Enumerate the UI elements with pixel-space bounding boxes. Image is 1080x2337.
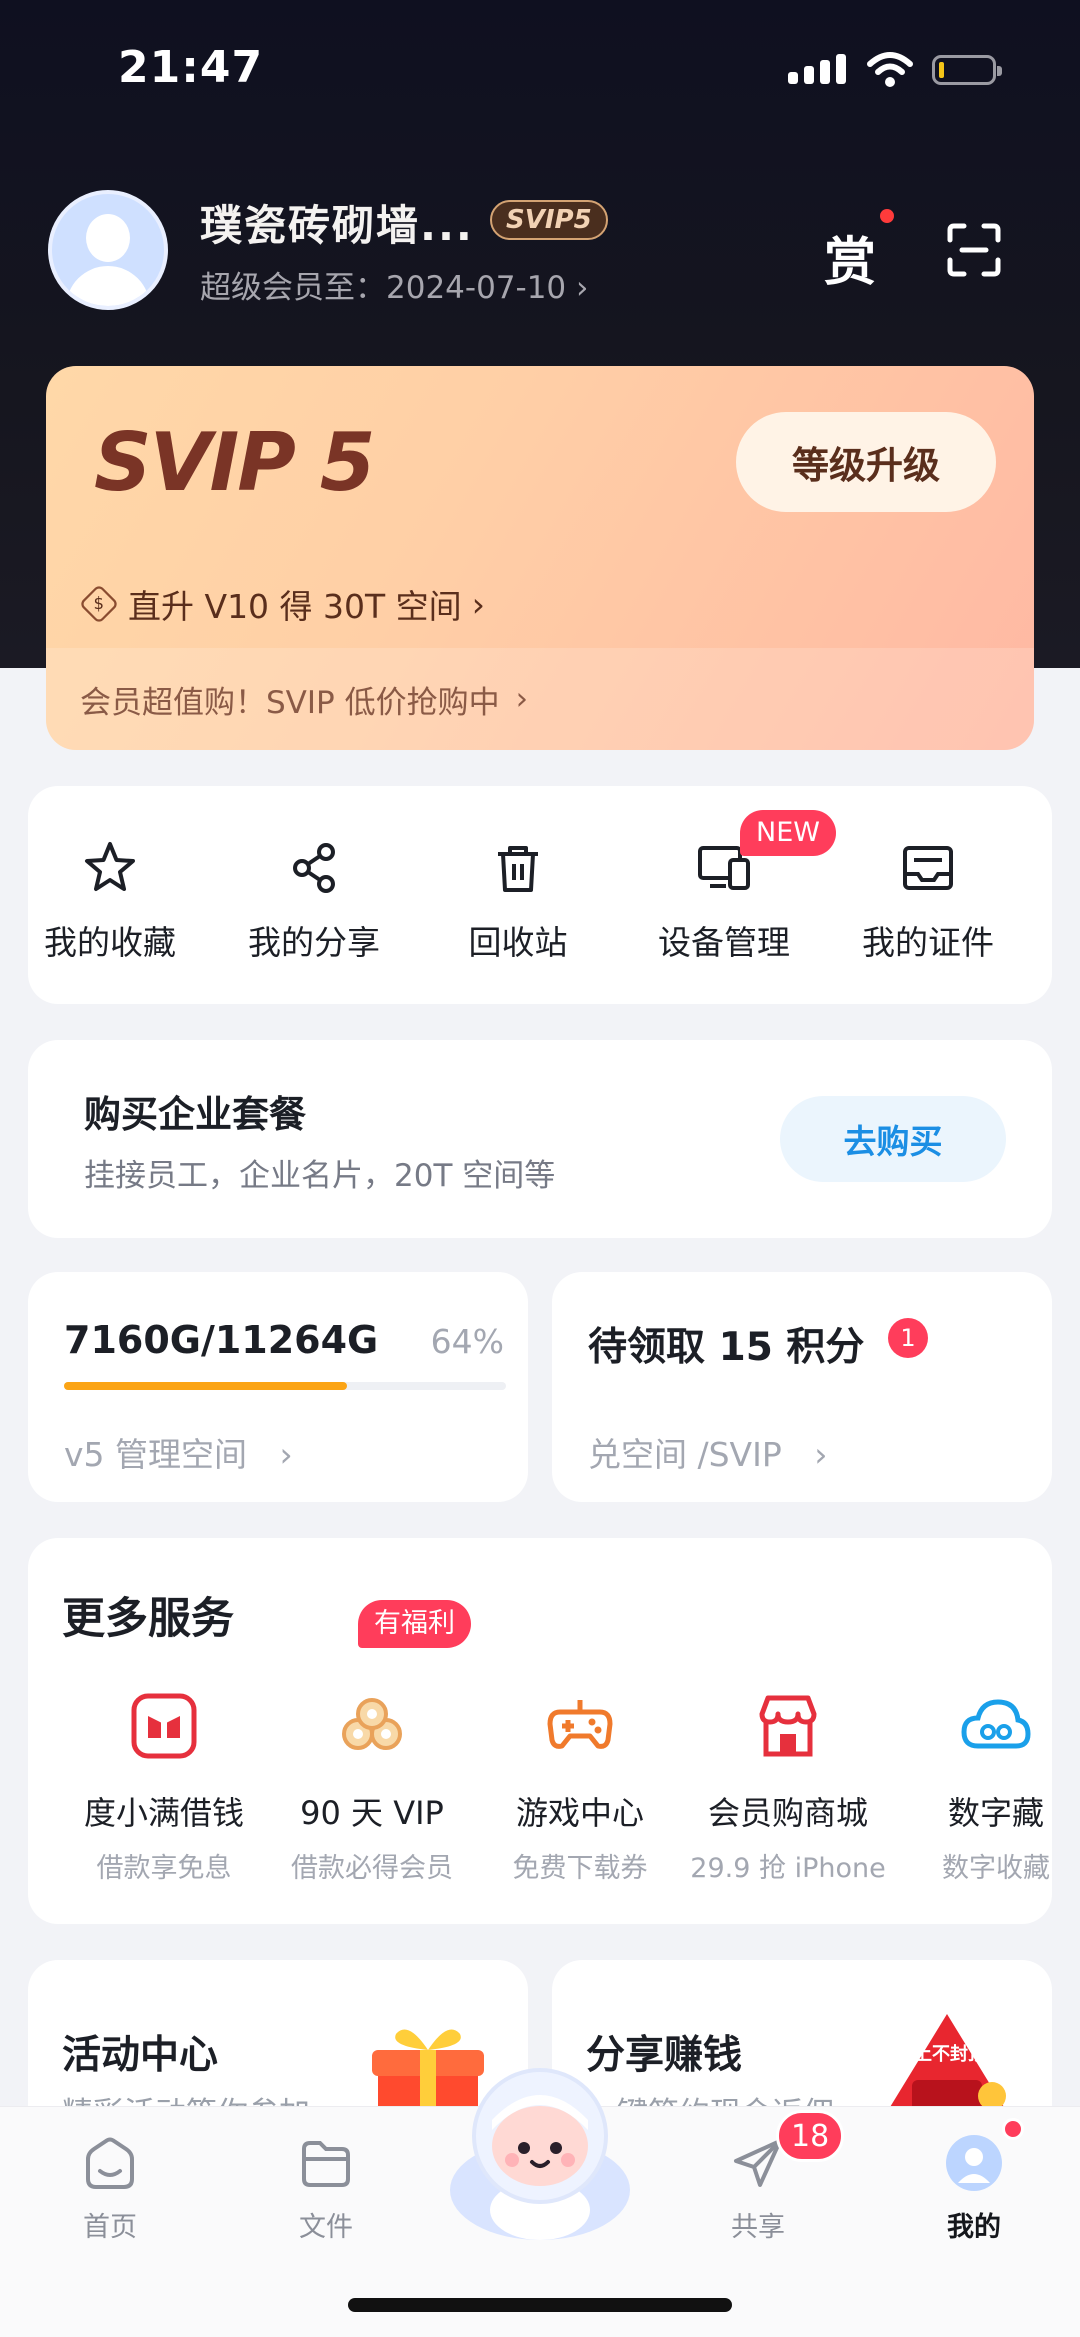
service-desc: 借款享免息	[96, 1853, 232, 1884]
service-item-vip[interactable]: 90 天 VIP 借款必得会员	[272, 1690, 472, 1885]
tab-label: 共享	[731, 2212, 785, 2243]
tab-home[interactable]: 首页	[50, 2133, 170, 2244]
quick-action-devices[interactable]: 设备管理	[634, 838, 814, 964]
member-deal-text: 会员超值购！SVIP 低价抢购中	[80, 684, 500, 721]
service-item-mall[interactable]: 会员购商城 29.9 抢 iPhone	[688, 1690, 888, 1885]
avatar[interactable]	[48, 190, 168, 310]
store-icon	[759, 1695, 817, 1757]
notification-dot	[880, 209, 894, 223]
mascot-icon[interactable]	[440, 2060, 640, 2240]
tab-label: 我的	[947, 2212, 1001, 2243]
service-desc: 免费下载券	[512, 1853, 648, 1884]
storage-usage: 7160G/11264G	[64, 1318, 379, 1362]
shared-count-badge: 18	[776, 2110, 845, 2162]
enterprise-subtitle: 挂接员工，企业名片，20T 空间等	[84, 1158, 556, 1194]
more-services-title: 更多服务	[62, 1594, 234, 1644]
tab-mine[interactable]: 我的	[914, 2133, 1034, 2244]
star-icon	[85, 842, 135, 891]
vip-level-title: SVIP 5	[94, 416, 375, 509]
activity-title: 活动中心	[62, 2033, 219, 2078]
folder-icon	[302, 2141, 350, 2187]
benefit-badge: 有福利	[358, 1600, 471, 1648]
chevron-right-icon: ›	[515, 681, 528, 717]
reward-icon[interactable]: 赏	[824, 220, 876, 295]
manage-space-text: v5 管理空间	[64, 1435, 248, 1474]
points-title: 待领取 15 积分	[588, 1325, 865, 1370]
quick-actions-card: 我的收藏 我的分享 回收站 设备管理 我的证件	[28, 786, 1052, 1004]
points-card[interactable]: 待领取 15 积分 1 兑空间 /SVIP ›	[552, 1272, 1052, 1502]
tab-label: 文件	[299, 2212, 353, 2243]
storage-card[interactable]: 7160G/11264G 64% v5 管理空间 ›	[28, 1272, 528, 1502]
buy-button[interactable]: 去购买	[780, 1096, 1006, 1182]
membership-expiry[interactable]: 超级会员至：2024-07-10 ›	[200, 262, 588, 307]
upgrade-promo-text: 直升 V10 得 30T 空间	[128, 587, 462, 626]
service-item-digital[interactable]: 数字藏 数字收藏	[896, 1690, 1052, 1885]
storage-progress-fill	[64, 1382, 347, 1390]
cloud-icon	[961, 1699, 1031, 1749]
service-desc: 数字收藏	[942, 1853, 1050, 1884]
quick-action-label: 设备管理	[658, 923, 790, 962]
id-card-icon	[903, 846, 953, 890]
scan-icon[interactable]	[946, 222, 1002, 278]
points-count-badge: 1	[888, 1318, 928, 1358]
battery-icon	[932, 55, 1002, 85]
more-services-card: 更多服务 度小满借钱 借款享免息 90 天 VIP 借款必得会员 游戏中心 免费…	[28, 1538, 1052, 1924]
quick-action-label: 我的证件	[862, 923, 994, 962]
service-item-games[interactable]: 游戏中心 免费下载券	[480, 1690, 680, 1885]
chevron-right-icon: ›	[814, 1435, 828, 1474]
quick-action-favorites[interactable]: 我的收藏	[20, 838, 200, 964]
redeem-text: 兑空间 /SVIP	[588, 1435, 782, 1474]
coins-icon	[342, 1698, 402, 1750]
reward-banner-text: 上不封顶	[914, 2044, 986, 2065]
chevron-right-icon: ›	[279, 1435, 293, 1474]
upgrade-promo-link[interactable]: $ 直升 V10 得 30T 空间 ›	[78, 580, 485, 628]
trash-icon	[498, 846, 538, 892]
cellular-signal-icon	[788, 54, 846, 84]
enterprise-title: 购买企业套餐	[84, 1093, 306, 1136]
quick-action-documents[interactable]: 我的证件	[838, 838, 1018, 964]
service-name: 游戏中心	[515, 1794, 644, 1832]
quick-action-label: 我的分享	[248, 923, 380, 962]
service-name: 度小满借钱	[83, 1794, 244, 1832]
service-name: 数字藏	[947, 1794, 1044, 1832]
share-icon	[293, 843, 335, 893]
avatar-icon	[946, 2135, 1002, 2191]
wallet-icon	[131, 1693, 197, 1759]
svip-level-badge: SVIP5	[490, 200, 608, 240]
redeem-link[interactable]: 兑空间 /SVIP ›	[588, 1428, 827, 1476]
quick-action-recycle-bin[interactable]: 回收站	[428, 838, 608, 964]
membership-expiry-text: 超级会员至：2024-07-10	[200, 270, 567, 306]
storage-percent: 64%	[430, 1322, 504, 1361]
notification-dot	[1002, 2118, 1024, 2140]
vip-membership-card[interactable]: SVIP 5 等级升级 $ 直升 V10 得 30T 空间 › 会员超值购！SV…	[46, 366, 1034, 750]
quick-action-label: 回收站	[468, 923, 568, 962]
service-name: 会员购商城	[707, 1794, 868, 1832]
quick-action-label: 我的收藏	[44, 923, 176, 962]
chevron-right-icon: ›	[471, 584, 485, 624]
service-item-loan[interactable]: 度小满借钱 借款享免息	[64, 1690, 264, 1885]
home-icon	[86, 2137, 134, 2189]
quick-action-shares[interactable]: 我的分享	[224, 838, 404, 964]
home-indicator	[348, 2298, 732, 2312]
tab-label: 首页	[83, 2212, 137, 2243]
enterprise-package-card[interactable]: 购买企业套餐 挂接员工，企业名片，20T 空间等 去购买	[28, 1040, 1052, 1238]
chevron-right-icon: ›	[576, 270, 589, 306]
status-bar: 21:47	[0, 0, 1080, 140]
gamepad-icon	[547, 1700, 613, 1749]
wifi-icon	[867, 52, 913, 87]
diamond-coin-icon: $	[78, 583, 120, 625]
manage-space-link[interactable]: v5 管理空间 ›	[64, 1428, 293, 1476]
service-desc: 29.9 抢 iPhone	[690, 1853, 886, 1884]
service-name: 90 天 VIP	[300, 1794, 444, 1832]
status-time: 21:47	[118, 42, 264, 93]
member-deal-banner[interactable]: 会员超值购！SVIP 低价抢购中 ›	[46, 648, 1034, 750]
upgrade-level-button[interactable]: 等级升级	[736, 412, 996, 512]
username[interactable]: 璞瓷砖砌墙...	[200, 192, 474, 253]
tab-files[interactable]: 文件	[266, 2133, 386, 2244]
service-desc: 借款必得会员	[291, 1853, 453, 1884]
storage-progress-bar	[64, 1382, 506, 1390]
new-badge: NEW	[740, 810, 836, 856]
